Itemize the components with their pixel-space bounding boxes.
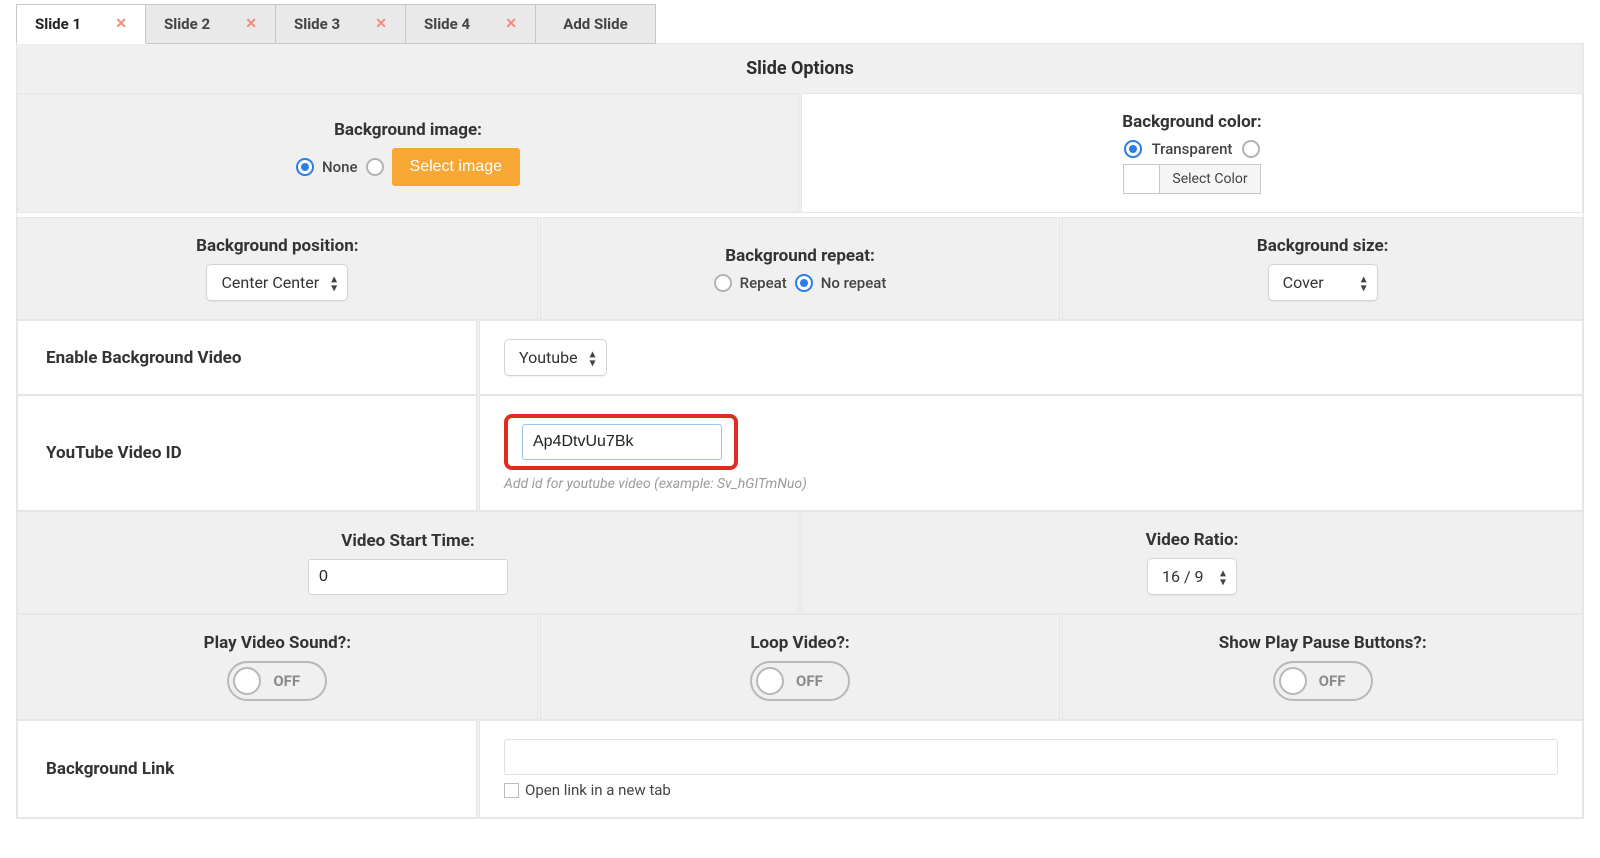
- bg-link-heading: Background Link: [46, 759, 174, 779]
- bg-image-none-label: None: [322, 158, 358, 176]
- row-bg-image-color: Background image: None Select image Back…: [17, 93, 1583, 213]
- updown-icon: [590, 347, 596, 368]
- bg-color-heading: Background color:: [1122, 112, 1261, 132]
- bg-color-transparent-label: Transparent: [1152, 140, 1233, 158]
- ratio-value: 16 / 9: [1162, 567, 1204, 586]
- tab-slide-3[interactable]: Slide 3 ✕: [276, 4, 406, 44]
- slide-options-panel: Slide Options Background image: None Sel…: [16, 43, 1584, 819]
- toggle-knob: [756, 667, 784, 695]
- row-toggles: Play Video Sound?: OFF Loop Video?: OFF …: [17, 614, 1583, 720]
- tab-slide-4[interactable]: Slide 4 ✕: [406, 4, 536, 44]
- add-slide-label: Add Slide: [563, 15, 627, 33]
- toggle-knob: [1279, 667, 1307, 695]
- enable-video-value: Youtube: [519, 348, 578, 367]
- tab-slide-1[interactable]: Slide 1 ✕: [16, 4, 146, 44]
- bg-image-select-radio[interactable]: [366, 158, 384, 176]
- enable-video-heading: Enable Background Video: [46, 348, 241, 368]
- bg-image-none-radio[interactable]: [296, 158, 314, 176]
- sound-state: OFF: [273, 672, 300, 690]
- playpause-heading: Show Play Pause Buttons?:: [1219, 633, 1427, 653]
- bg-size-select[interactable]: Cover: [1268, 264, 1378, 301]
- bg-position-heading: Background position:: [196, 236, 358, 256]
- enable-video-label-cell: Enable Background Video: [17, 320, 477, 395]
- bg-link-newtab-checkbox[interactable]: [504, 783, 519, 798]
- start-time-heading: Video Start Time:: [341, 531, 474, 551]
- bg-color-cell: Background color: Transparent Select Col…: [801, 93, 1583, 213]
- row-bg-link: Background Link Open link in a new tab: [17, 720, 1583, 818]
- close-icon[interactable]: ✕: [245, 17, 257, 31]
- tab-label: Slide 3: [294, 15, 340, 33]
- sound-cell: Play Video Sound?: OFF: [17, 614, 538, 720]
- select-color-button[interactable]: Select Color: [1160, 165, 1259, 193]
- tab-label: Slide 1: [35, 15, 81, 33]
- bg-repeat-label: Repeat: [740, 274, 787, 292]
- playpause-state: OFF: [1319, 672, 1346, 690]
- bg-link-newtab-label: Open link in a new tab: [525, 781, 671, 799]
- loop-heading: Loop Video?:: [750, 633, 849, 653]
- add-slide-button[interactable]: Add Slide: [536, 4, 656, 44]
- youtube-id-hint: Add id for youtube video (example: Sv_hG…: [504, 470, 807, 492]
- sound-heading: Play Video Sound?:: [204, 633, 351, 653]
- sound-toggle[interactable]: OFF: [227, 661, 327, 701]
- close-icon[interactable]: ✕: [115, 17, 127, 31]
- loop-toggle[interactable]: OFF: [750, 661, 850, 701]
- youtube-id-label-cell: YouTube Video ID: [17, 395, 477, 511]
- updown-icon: [1220, 566, 1226, 587]
- bg-color-transparent-radio[interactable]: [1124, 140, 1142, 158]
- youtube-id-heading: YouTube Video ID: [46, 443, 182, 463]
- ratio-heading: Video Ratio:: [1146, 530, 1239, 550]
- loop-state: OFF: [796, 672, 823, 690]
- bg-size-heading: Background size:: [1257, 236, 1389, 256]
- toggle-knob: [233, 667, 261, 695]
- tab-label: Slide 4: [424, 15, 470, 33]
- bg-link-input[interactable]: [504, 739, 1558, 775]
- bg-repeat-cell: Background repeat: Repeat No repeat: [540, 217, 1061, 320]
- close-icon[interactable]: ✕: [375, 17, 387, 31]
- bg-link-label-cell: Background Link: [17, 720, 477, 818]
- bg-image-cell: Background image: None Select image: [17, 93, 799, 213]
- bg-position-value: Center Center: [221, 273, 319, 292]
- bg-repeat-heading: Background repeat:: [725, 246, 874, 266]
- select-image-button[interactable]: Select image: [392, 148, 521, 186]
- ratio-select[interactable]: 16 / 9: [1147, 558, 1237, 595]
- row-enable-video: Enable Background Video Youtube: [17, 320, 1583, 395]
- tab-slide-2[interactable]: Slide 2 ✕: [146, 4, 276, 44]
- start-time-input[interactable]: [308, 559, 508, 595]
- panel-title: Slide Options: [17, 44, 1583, 93]
- bg-repeat-radio[interactable]: [714, 274, 732, 292]
- color-swatch: [1124, 165, 1160, 193]
- youtube-id-input[interactable]: [522, 424, 722, 460]
- bg-norepeat-radio[interactable]: [795, 274, 813, 292]
- enable-video-select[interactable]: Youtube: [504, 339, 607, 376]
- row-youtube-id: YouTube Video ID Add id for youtube vide…: [17, 395, 1583, 511]
- bg-position-cell: Background position: Center Center: [17, 217, 538, 320]
- playpause-cell: Show Play Pause Buttons?: OFF: [1062, 614, 1583, 720]
- enable-video-content: Youtube: [479, 320, 1583, 395]
- bg-color-custom-radio[interactable]: [1242, 140, 1260, 158]
- ratio-cell: Video Ratio: 16 / 9: [801, 511, 1583, 614]
- bg-size-cell: Background size: Cover: [1062, 217, 1583, 320]
- bg-position-select[interactable]: Center Center: [206, 264, 348, 301]
- youtube-id-content: Add id for youtube video (example: Sv_hG…: [479, 395, 1583, 511]
- close-icon[interactable]: ✕: [505, 17, 517, 31]
- updown-icon: [331, 272, 337, 293]
- bg-link-content: Open link in a new tab: [479, 720, 1583, 818]
- bg-image-options: None Select image: [296, 148, 520, 186]
- bg-norepeat-label: No repeat: [821, 274, 887, 292]
- start-time-cell: Video Start Time:: [17, 511, 799, 614]
- updown-icon: [1361, 272, 1367, 293]
- row-bg-pos-rep-size: Background position: Center Center Backg…: [17, 217, 1583, 320]
- playpause-toggle[interactable]: OFF: [1273, 661, 1373, 701]
- select-color-group: Select Color: [1123, 164, 1260, 194]
- bg-image-heading: Background image:: [334, 120, 482, 140]
- row-start-ratio: Video Start Time: Video Ratio: 16 / 9: [17, 511, 1583, 614]
- youtube-id-highlight: [504, 414, 738, 470]
- tab-label: Slide 2: [164, 15, 210, 33]
- bg-size-value: Cover: [1283, 273, 1324, 292]
- loop-cell: Loop Video?: OFF: [540, 614, 1061, 720]
- slide-tabs: Slide 1 ✕ Slide 2 ✕ Slide 3 ✕ Slide 4 ✕ …: [16, 4, 1584, 44]
